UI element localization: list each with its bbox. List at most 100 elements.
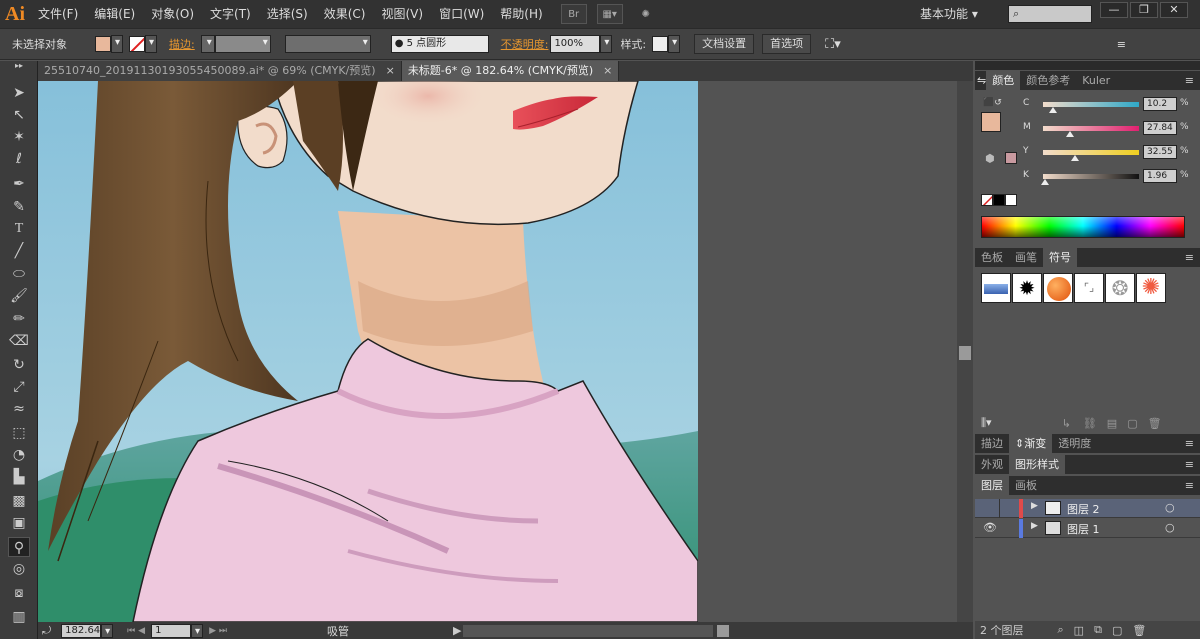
zoom-field[interactable]: 182.64 [61, 623, 102, 638]
channel-value-c[interactable]: 10.2 [1143, 97, 1177, 111]
visibility-eye-icon[interactable]: 👁 [983, 521, 997, 534]
menu-select[interactable]: 选择(S) [259, 0, 316, 28]
gpu-performance-icon[interactable]: ✺ [633, 4, 659, 24]
stroke-dropdown[interactable] [145, 35, 157, 53]
panel-menu-icon[interactable]: ≡ [1117, 38, 1126, 51]
fill-color-box[interactable] [981, 112, 1001, 132]
vertical-scrollbar[interactable] [957, 81, 973, 622]
tab-color[interactable]: 颜色 [986, 71, 1021, 90]
channel-value-k[interactable]: 1.96 [1143, 169, 1177, 183]
restore-button[interactable]: ❐ [1130, 2, 1158, 18]
tab-brushes[interactable]: 画笔 [1009, 248, 1043, 267]
toolbar-collapse-icon[interactable]: ▸▸ [8, 61, 30, 71]
channel-value-y[interactable]: 32.55 [1143, 145, 1177, 159]
selection-tool-icon[interactable]: ➤ [8, 83, 30, 103]
slider-thumb[interactable] [1048, 107, 1057, 113]
channel-slider-m[interactable] [1043, 126, 1139, 137]
ellipse-tool-icon[interactable]: ⬭ [8, 264, 30, 284]
help-search-input[interactable]: ⌕ [1008, 5, 1092, 23]
layer-name[interactable]: 图层 2 [1067, 501, 1100, 517]
symbol-ink-splat[interactable]: ✹ [1012, 273, 1042, 303]
delete-symbol-icon[interactable]: 🗑 [1148, 417, 1162, 430]
artboard-field[interactable]: 1 [151, 623, 192, 638]
perspective-grid-tool-icon[interactable]: ▙ [8, 467, 30, 487]
opacity-dropdown[interactable] [600, 35, 613, 53]
free-transform-tool-icon[interactable]: ⬚ [8, 423, 30, 443]
tab-layers[interactable]: 图层 [975, 476, 1009, 495]
workspace-switcher[interactable]: 基本功能 ▾ [920, 4, 996, 24]
document-canvas[interactable] [38, 81, 973, 622]
document-setup-button[interactable]: 文档设置 [694, 34, 755, 54]
brush-definition[interactable]: ● 5 点圆形 [390, 35, 489, 53]
style-dropdown[interactable] [668, 35, 681, 53]
close-button[interactable]: ✕ [1160, 2, 1188, 18]
tab-gradient[interactable]: ⇕渐变 [1009, 434, 1053, 453]
tab-kuler[interactable]: Kuler [1076, 71, 1116, 90]
tab-document-2[interactable]: 未标题-6* @ 182.64% (CMYK/预览) × [401, 61, 620, 81]
symbol-options-icon[interactable]: ▤ [1107, 417, 1117, 430]
graphic-style-swatch[interactable] [652, 36, 669, 52]
eraser-tool-icon[interactable]: ⌫ [8, 331, 30, 351]
slider-thumb[interactable] [1065, 131, 1074, 137]
menu-object[interactable]: 对象(O) [143, 0, 202, 28]
layer-target-icon[interactable]: ○ [1165, 501, 1175, 514]
arrange-documents-icon[interactable]: ▦▾ [596, 4, 623, 24]
rotate-tool-icon[interactable]: ↻ [8, 355, 30, 375]
symbol-flower[interactable]: ✺ [1136, 273, 1166, 303]
slider-thumb[interactable] [1040, 179, 1049, 185]
color-panel-menu-icon[interactable]: ≡ [1185, 74, 1194, 87]
tab-close-icon[interactable]: × [603, 64, 612, 77]
white-swatch[interactable] [1005, 194, 1017, 206]
layer-target-icon[interactable]: ○ [1165, 521, 1175, 534]
variable-width-profile[interactable] [284, 35, 371, 53]
channel-slider-c[interactable] [1043, 102, 1139, 113]
tab-close-icon[interactable]: × [386, 64, 395, 77]
mesh-tool-icon[interactable]: ▩ [8, 491, 30, 511]
pen-tool-icon[interactable]: ✒ [8, 174, 30, 194]
line-tool-icon[interactable]: ╱ [8, 241, 30, 261]
warp-tool-icon[interactable]: ≈ [8, 399, 30, 419]
layer-name[interactable]: 图层 1 [1067, 521, 1100, 537]
black-swatch[interactable] [993, 194, 1005, 206]
isolate-icon[interactable]: ⛶▾ [825, 37, 841, 52]
magic-wand-tool-icon[interactable]: ✶ [8, 127, 30, 147]
tab-stroke[interactable]: 描边 [975, 434, 1009, 453]
stroke-panel-menu-icon[interactable]: ≡ [1185, 437, 1194, 450]
locate-object-icon[interactable]: ⌕ [1058, 623, 1064, 637]
layer-expand-icon[interactable]: ▶ [1031, 501, 1038, 511]
tab-swatches[interactable]: 色板 [975, 248, 1009, 267]
opacity-label[interactable]: 不透明度: [501, 36, 549, 52]
paintbrush-tool-icon[interactable]: 🖌 [8, 286, 30, 306]
symbol-blue-banner[interactable] [981, 273, 1011, 303]
rotate-view-icon[interactable]: ⤾ [42, 624, 51, 638]
layers-panel-menu-icon[interactable]: ≡ [1185, 479, 1194, 492]
menu-help[interactable]: 帮助(H) [492, 0, 550, 28]
stroke-label[interactable]: 描边: [169, 36, 195, 52]
stroke-none-swatch[interactable] [129, 36, 145, 52]
first-artboard-icon[interactable]: ⏮ ◀ [127, 626, 145, 636]
curvature-tool-icon[interactable]: ✎ [8, 197, 30, 217]
h-scroll-thumb[interactable] [717, 624, 730, 637]
slider-thumb[interactable] [1070, 155, 1079, 161]
direct-selection-tool-icon[interactable]: ↖ [8, 105, 30, 125]
zoom-dropdown[interactable] [101, 623, 114, 638]
tab-artboards[interactable]: 画板 [1009, 476, 1043, 495]
next-artboard-icon[interactable]: ▶ ⏭ [209, 626, 227, 636]
shape-builder-tool-icon[interactable]: ◔ [8, 445, 30, 465]
scale-tool-icon[interactable]: ⤢ [8, 377, 30, 397]
preferences-button[interactable]: 首选项 [762, 34, 812, 54]
clipping-mask-icon[interactable]: ◫ [1074, 624, 1084, 637]
new-symbol-icon[interactable]: ▢ [1127, 417, 1137, 430]
scroll-thumb[interactable] [959, 346, 971, 360]
tab-color-guide[interactable]: 颜色参考 [1020, 71, 1076, 90]
gamut-swatch[interactable] [1005, 152, 1017, 164]
symbol-orange-ball[interactable] [1043, 273, 1073, 303]
pencil-tool-icon[interactable]: ✏ [8, 309, 30, 329]
stroke-weight-field[interactable] [214, 35, 271, 53]
channel-value-m[interactable]: 27.84 [1143, 121, 1177, 135]
opacity-field[interactable]: 100% [550, 35, 601, 53]
eyedropper-tool-icon[interactable]: ⚲ [8, 537, 30, 557]
tab-graphic-styles[interactable]: 图形样式 [1009, 455, 1065, 474]
lasso-tool-icon[interactable]: ℓ [8, 149, 30, 169]
symbol-ring[interactable]: ❂ [1105, 273, 1135, 303]
